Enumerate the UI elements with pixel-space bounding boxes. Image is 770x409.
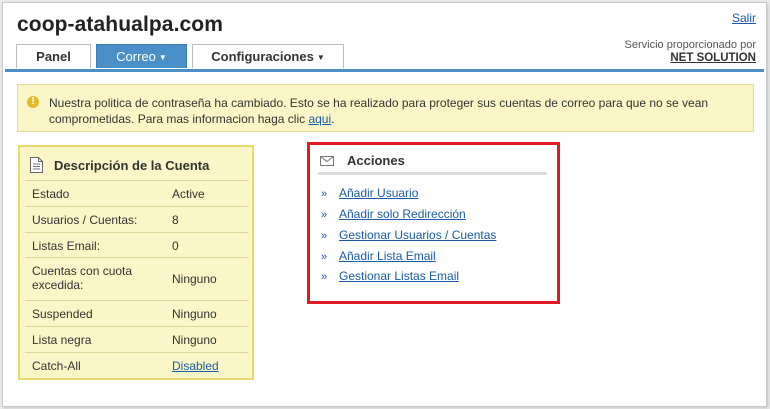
action-label[interactable]: Gestionar Usuarios / Cuentas: [339, 228, 496, 242]
document-icon: [30, 157, 43, 173]
action-add-user[interactable]: » Añadir Usuario: [321, 185, 418, 201]
account-row-estado: Estado Active: [25, 180, 248, 206]
action-label[interactable]: Añadir solo Redirección: [339, 207, 466, 221]
row-value: Ninguno: [172, 272, 217, 286]
action-label[interactable]: Añadir Usuario: [339, 186, 418, 200]
row-value: Ninguno: [172, 333, 217, 347]
actions-panel: Acciones » Añadir Usuario » Añadir solo Re…: [307, 142, 560, 304]
bullet-icon: »: [321, 251, 328, 263]
provider-label: Servicio proporcionado por: [624, 39, 756, 51]
account-rows: Estado Active Usuarios / Cuentas: 8 List…: [25, 180, 248, 378]
actions-title: Acciones: [347, 153, 405, 168]
chevron-down-icon: ▼: [316, 53, 325, 62]
account-row-cuota: Cuentas con cuota excedida: Ninguno: [25, 257, 248, 300]
notice-suffix: .: [331, 112, 335, 126]
notice-text: Nuestra politica de contraseña ha cambia…: [49, 95, 744, 127]
actions-header: Acciones: [318, 151, 547, 171]
bullet-icon: »: [321, 188, 328, 200]
tab-panel[interactable]: Panel: [16, 44, 91, 68]
row-label: Listas Email:: [32, 239, 101, 253]
notice-link[interactable]: aqui: [308, 112, 331, 126]
tab-configuraciones-label: Configuraciones: [211, 49, 314, 64]
action-add-mail-list[interactable]: » Añadir Lista Email: [321, 248, 436, 264]
envelope-icon: [320, 156, 334, 166]
account-row-usuarios: Usuarios / Cuentas: 8: [25, 206, 248, 232]
row-label: Catch-All: [32, 359, 81, 373]
bullet-icon: »: [321, 271, 328, 283]
row-label: Cuentas con cuota excedida:: [32, 264, 133, 292]
account-row-lista-negra: Lista negra Ninguno: [25, 326, 248, 352]
row-label: Usuarios / Cuentas:: [32, 213, 138, 227]
row-value: 8: [172, 213, 179, 227]
chevron-down-icon: ▼: [158, 53, 167, 62]
info-icon: !: [27, 96, 39, 108]
bullet-icon: »: [321, 230, 328, 242]
site-title: coop-atahualpa.com: [17, 13, 223, 36]
row-value: 0: [172, 239, 179, 253]
account-row-catch-all: Catch-All Disabled: [25, 352, 248, 378]
account-panel-title: Descripción de la Cuenta: [54, 158, 210, 173]
provider-info: Servicio proporcionado por NET SOLUTION: [625, 39, 756, 65]
tab-panel-label: Panel: [36, 49, 71, 64]
action-add-redirect[interactable]: » Añadir solo Redirección: [321, 206, 466, 222]
tab-correo-label: Correo: [116, 49, 156, 64]
action-manage-users[interactable]: » Gestionar Usuarios / Cuentas: [321, 227, 496, 243]
password-policy-notice: ! Nuestra politica de contraseña ha camb…: [17, 84, 754, 132]
row-label: Suspended: [32, 307, 93, 321]
account-row-listas: Listas Email: 0: [25, 232, 248, 257]
row-value: Active: [172, 187, 205, 201]
action-label[interactable]: Gestionar Listas Email: [339, 269, 459, 283]
tab-correo[interactable]: Correo ▼: [96, 44, 187, 68]
catch-all-toggle-link[interactable]: Disabled: [172, 359, 219, 373]
tab-configuraciones[interactable]: Configuraciones ▼: [192, 44, 344, 68]
row-value: Ninguno: [172, 307, 217, 321]
notice-message: Nuestra politica de contraseña ha cambia…: [49, 96, 709, 126]
row-label: Estado: [32, 187, 70, 201]
actions-divider: [318, 172, 547, 175]
action-manage-mail-lists[interactable]: » Gestionar Listas Email: [321, 268, 459, 284]
bullet-icon: »: [321, 209, 328, 221]
account-row-suspended: Suspended Ninguno: [25, 300, 248, 326]
main-window: coop-atahualpa.com Salir Servicio propor…: [2, 2, 767, 407]
provider-name: NET SOLUTION: [670, 52, 756, 64]
logout-link[interactable]: Salir: [732, 11, 756, 25]
tab-bar-divider: [5, 69, 764, 72]
account-description-panel: Descripción de la Cuenta Estado Active U…: [18, 145, 254, 380]
row-label: Lista negra: [32, 333, 92, 347]
action-label[interactable]: Añadir Lista Email: [339, 249, 436, 263]
